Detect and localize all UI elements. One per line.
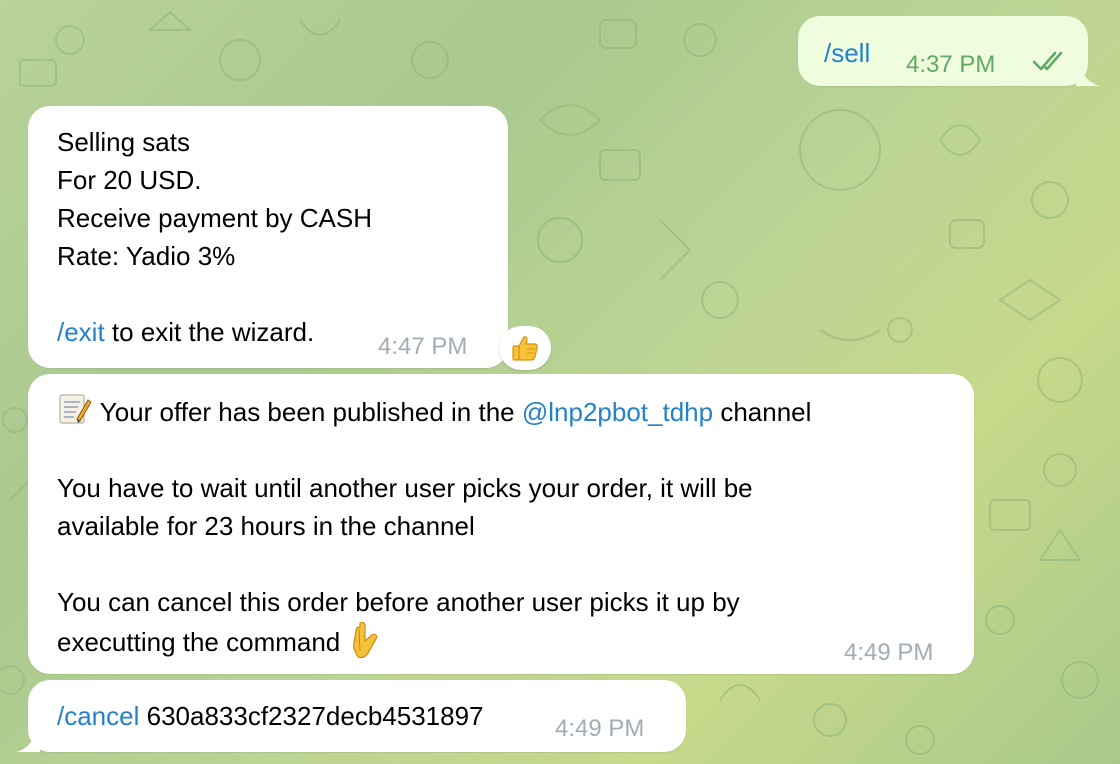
wizard-text: Selling sats For 20 USD. Receive payment…	[57, 123, 372, 351]
wait-line: available for 23 hours in the channel	[57, 511, 475, 541]
cancel-info-text: executting the command	[57, 627, 348, 657]
cancel-info-line: You can cancel this order before another…	[57, 587, 740, 617]
double-check-icon	[1032, 51, 1063, 71]
wizard-line: Selling sats	[57, 127, 190, 157]
published-text-after: channel	[713, 397, 812, 427]
thumbs-up-icon	[512, 336, 538, 361]
channel-mention-link[interactable]: @lnp2pbot_tdhp	[522, 397, 713, 427]
exit-line: /exit to exit the wizard.	[57, 313, 372, 351]
published-line: Your offer has been published in the @ln…	[57, 391, 811, 431]
wizard-line: Receive payment by CASH	[57, 203, 373, 233]
wizard-line: Rate: Yadio 3%	[57, 241, 236, 271]
reaction-badge[interactable]	[499, 326, 551, 370]
message-time: 4:49 PM	[555, 715, 645, 742]
message-time: 4:37 PM	[906, 51, 996, 78]
cancel-command-line: /cancel 630a833cf2327decb4531897	[57, 697, 484, 735]
cancel-command-link[interactable]: /cancel	[57, 701, 139, 731]
cancel-info-line: executting the command	[57, 621, 811, 661]
memo-icon	[59, 394, 92, 424]
message-cancel[interactable]: /cancel 630a833cf2327decb4531897 4:49 PM	[16, 680, 686, 752]
bubble-tail-icon	[1076, 64, 1100, 86]
order-id: 630a833cf2327decb4531897	[139, 701, 484, 731]
wait-line: You have to wait until another user pick…	[57, 473, 753, 503]
pointing-down-icon	[352, 621, 378, 659]
wizard-line: For 20 USD.	[57, 165, 202, 195]
message-published[interactable]: Your offer has been published in the @ln…	[28, 374, 974, 674]
message-sell[interactable]: /sell 4:37 PM	[798, 16, 1100, 86]
published-text: Your offer has been published in the @ln…	[57, 391, 811, 661]
published-text-before: Your offer has been published in the	[93, 397, 522, 427]
message-time: 4:49 PM	[844, 639, 934, 666]
exit-text: to exit the wizard.	[104, 317, 315, 347]
message-wizard[interactable]: Selling sats For 20 USD. Receive payment…	[28, 106, 508, 368]
bubble-tail-icon	[16, 730, 40, 752]
exit-command-link[interactable]: /exit	[57, 317, 105, 347]
message-time: 4:47 PM	[378, 333, 468, 360]
sell-command-link[interactable]: /sell	[824, 34, 870, 72]
